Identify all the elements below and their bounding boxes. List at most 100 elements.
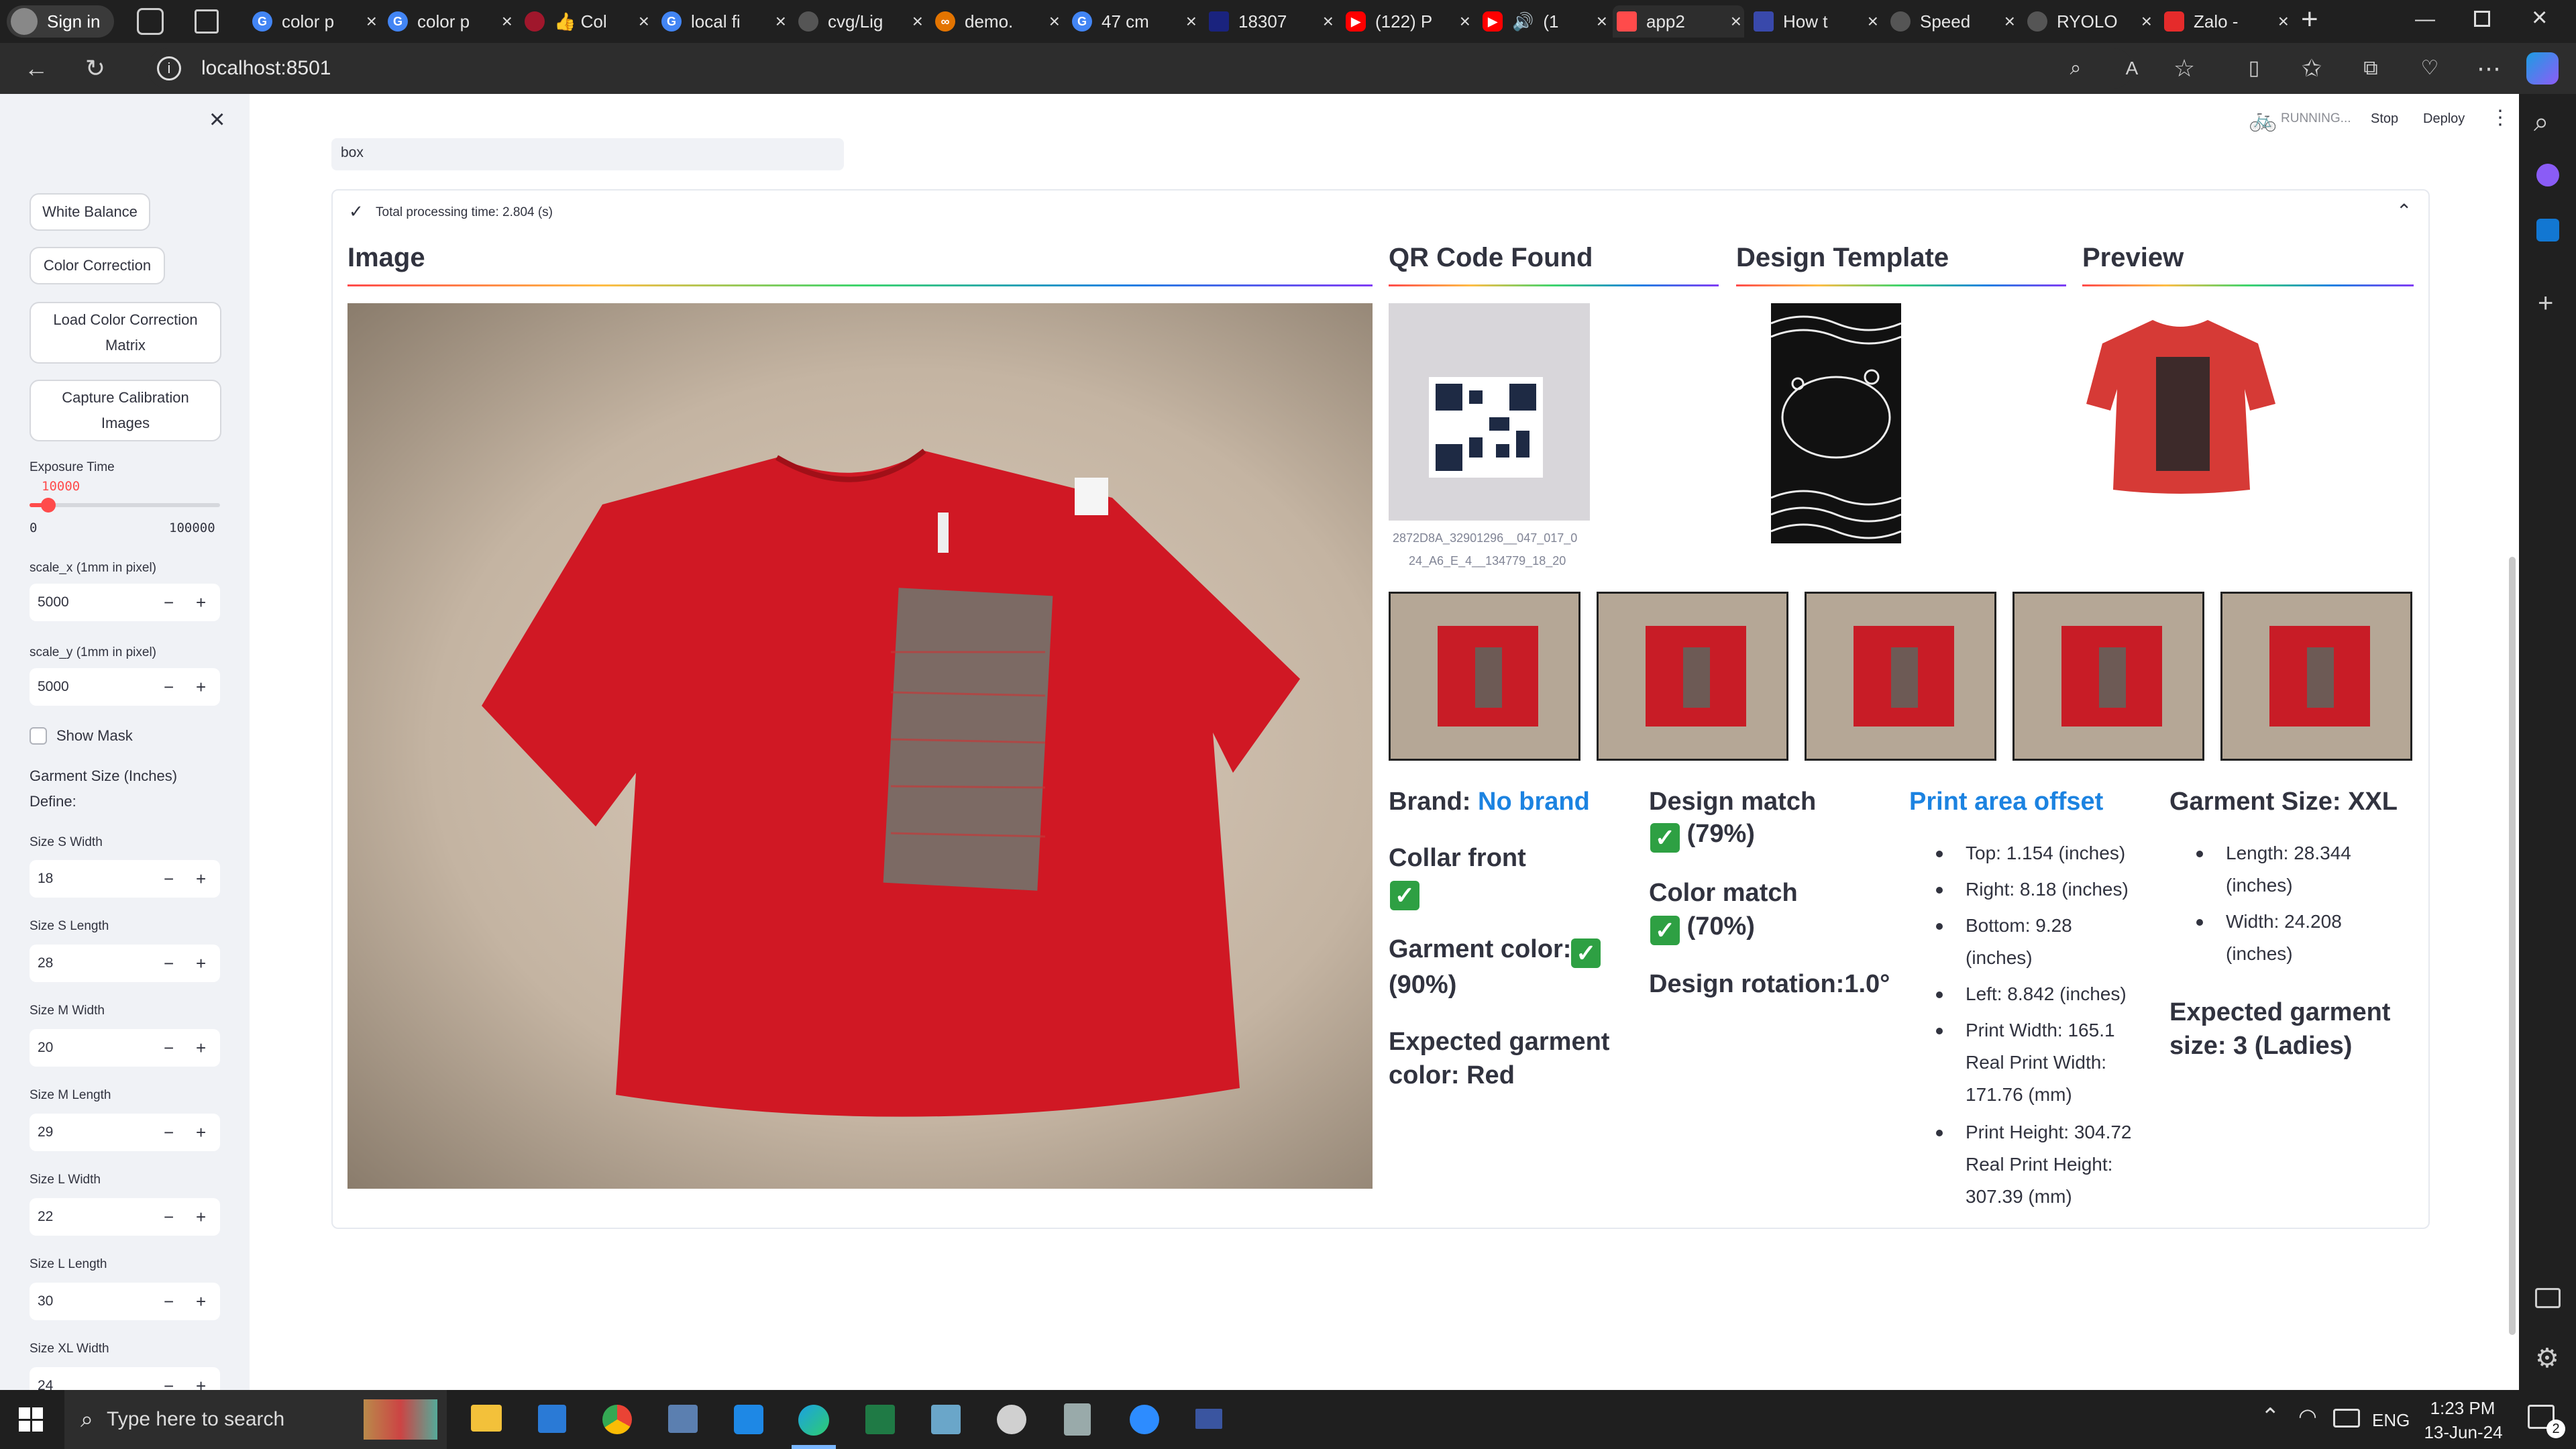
- file-explorer-icon[interactable]: [471, 1405, 502, 1432]
- decrement-icon[interactable]: −: [164, 677, 174, 698]
- close-icon[interactable]: ×: [1049, 11, 1060, 32]
- close-icon[interactable]: ×: [1460, 11, 1470, 32]
- zoom-icon[interactable]: ⌕: [2055, 43, 2096, 94]
- close-icon[interactable]: ×: [1597, 11, 1607, 32]
- collections-icon[interactable]: ⧉: [2351, 43, 2391, 94]
- close-icon[interactable]: ×: [1731, 11, 1741, 32]
- tab-1[interactable]: Gcolor p ×: [248, 5, 380, 38]
- size-input[interactable]: 18 − +: [30, 860, 220, 898]
- profile-button[interactable]: Sign in: [7, 5, 114, 38]
- decrement-icon[interactable]: −: [164, 1122, 174, 1143]
- close-icon[interactable]: ×: [2141, 11, 2152, 32]
- show-mask-checkbox[interactable]: [30, 727, 47, 745]
- thumbnail-image[interactable]: [2012, 592, 2204, 761]
- size-input[interactable]: 24 − +: [30, 1367, 220, 1390]
- app-icon[interactable]: [668, 1405, 698, 1433]
- decrement-icon[interactable]: −: [164, 1207, 174, 1228]
- keyboard-icon[interactable]: [2333, 1409, 2360, 1428]
- calculator-icon[interactable]: [1064, 1403, 1091, 1436]
- search-icon[interactable]: ⌕: [2534, 107, 2548, 138]
- close-icon[interactable]: ×: [502, 11, 513, 32]
- size-input[interactable]: 20 − +: [30, 1029, 220, 1067]
- tab-4[interactable]: Glocal fi ×: [657, 5, 789, 38]
- zoom-app-icon[interactable]: [1130, 1405, 1159, 1434]
- add-icon[interactable]: +: [2538, 288, 2553, 319]
- stop-button[interactable]: Stop: [2371, 111, 2398, 127]
- copilot-rail-icon[interactable]: [2536, 164, 2559, 186]
- vscode-icon[interactable]: [734, 1405, 763, 1434]
- back-icon[interactable]: ←: [16, 43, 56, 94]
- tab-6[interactable]: ∞ demo. ×: [931, 5, 1063, 38]
- size-input[interactable]: 29 − +: [30, 1114, 220, 1151]
- decrement-icon[interactable]: −: [164, 953, 174, 974]
- minimize-icon[interactable]: —: [2415, 8, 2435, 31]
- edge-icon[interactable]: [798, 1405, 829, 1436]
- capture-calibration-images-button[interactable]: Capture Calibration Images: [30, 380, 221, 441]
- size-input[interactable]: 30 − +: [30, 1283, 220, 1320]
- thumbnail-image[interactable]: [2220, 592, 2412, 761]
- tab-14[interactable]: RYOLO ×: [2023, 5, 2155, 38]
- close-icon[interactable]: ×: [1323, 11, 1334, 32]
- chrome-icon[interactable]: [602, 1405, 632, 1434]
- favorites-icon[interactable]: ✩: [2292, 43, 2332, 94]
- decrement-icon[interactable]: −: [164, 1038, 174, 1059]
- speaker-icon[interactable]: 🔊: [1512, 11, 1534, 32]
- favorite-icon[interactable]: ☆: [2164, 43, 2204, 94]
- increment-icon[interactable]: +: [196, 1207, 206, 1228]
- taskbar-search[interactable]: ⌕ Type here to search: [64, 1390, 447, 1449]
- url-field[interactable]: i localhost:8501: [148, 48, 2133, 89]
- close-icon[interactable]: ×: [2278, 11, 2289, 32]
- decrement-icon[interactable]: −: [164, 592, 174, 613]
- screen-icon[interactable]: [2535, 1288, 2561, 1308]
- close-icon[interactable]: ×: [775, 11, 786, 32]
- new-tab-icon[interactable]: +: [2301, 3, 2318, 36]
- info-icon[interactable]: i: [157, 56, 181, 80]
- workspaces-icon[interactable]: [137, 8, 164, 35]
- flag-icon[interactable]: [1195, 1409, 1222, 1429]
- size-input[interactable]: 22 − +: [30, 1198, 220, 1236]
- settings-icon[interactable]: ⚙: [2535, 1343, 2559, 1374]
- notes-icon[interactable]: [931, 1405, 961, 1434]
- store-icon[interactable]: [538, 1405, 566, 1433]
- decrement-icon[interactable]: −: [164, 1376, 174, 1391]
- close-icon[interactable]: ×: [1186, 11, 1197, 32]
- decrement-icon[interactable]: −: [164, 869, 174, 890]
- more-icon[interactable]: ⋯: [2469, 43, 2509, 94]
- tab-5[interactable]: cvg/Lig ×: [794, 5, 926, 38]
- increment-icon[interactable]: +: [196, 1376, 206, 1391]
- decrement-icon[interactable]: −: [164, 1291, 174, 1312]
- close-icon[interactable]: ×: [1868, 11, 1878, 32]
- tab-actions-icon[interactable]: [195, 9, 219, 34]
- restore-icon[interactable]: [2474, 11, 2490, 27]
- scale-y-input[interactable]: 5000 − +: [30, 668, 220, 706]
- white-balance-button[interactable]: White Balance: [30, 193, 150, 231]
- tab-2[interactable]: Gcolor p ×: [384, 5, 515, 38]
- windows-start-icon[interactable]: [19, 1407, 43, 1432]
- increment-icon[interactable]: +: [196, 677, 206, 698]
- tab-11[interactable]: app2 ×: [1613, 5, 1744, 38]
- increment-icon[interactable]: +: [196, 1038, 206, 1059]
- color-correction-button[interactable]: Color Correction: [30, 247, 165, 284]
- clock-date[interactable]: 13-Jun-24: [2422, 1422, 2505, 1443]
- scale-x-input[interactable]: 5000 − +: [30, 584, 220, 621]
- tab-12[interactable]: How t ×: [1750, 5, 1881, 38]
- paint-icon[interactable]: [997, 1405, 1026, 1434]
- main-menu-icon[interactable]: ⋮: [2490, 106, 2510, 129]
- close-icon[interactable]: ×: [639, 11, 649, 32]
- size-input[interactable]: 28 − +: [30, 945, 220, 982]
- close-icon[interactable]: ×: [366, 11, 377, 32]
- exposure-slider-track[interactable]: [30, 498, 220, 513]
- increment-icon[interactable]: +: [196, 1122, 206, 1143]
- close-icon[interactable]: ×: [912, 11, 923, 32]
- tab-10[interactable]: ▶ 🔊 (1 ×: [1479, 5, 1610, 38]
- tab-13[interactable]: Speed ×: [1886, 5, 2018, 38]
- increment-icon[interactable]: +: [196, 953, 206, 974]
- refresh-icon[interactable]: ↻: [75, 43, 115, 94]
- increment-icon[interactable]: +: [196, 869, 206, 890]
- close-window-icon[interactable]: ×: [2532, 3, 2547, 33]
- thumbnail-image[interactable]: [1389, 592, 1580, 761]
- outlook-icon[interactable]: [2536, 219, 2559, 241]
- sidebar-close-icon[interactable]: ×: [209, 105, 225, 135]
- clock-time[interactable]: 1:23 PM: [2426, 1398, 2500, 1419]
- tab-9[interactable]: ▶ (122) P ×: [1342, 5, 1473, 38]
